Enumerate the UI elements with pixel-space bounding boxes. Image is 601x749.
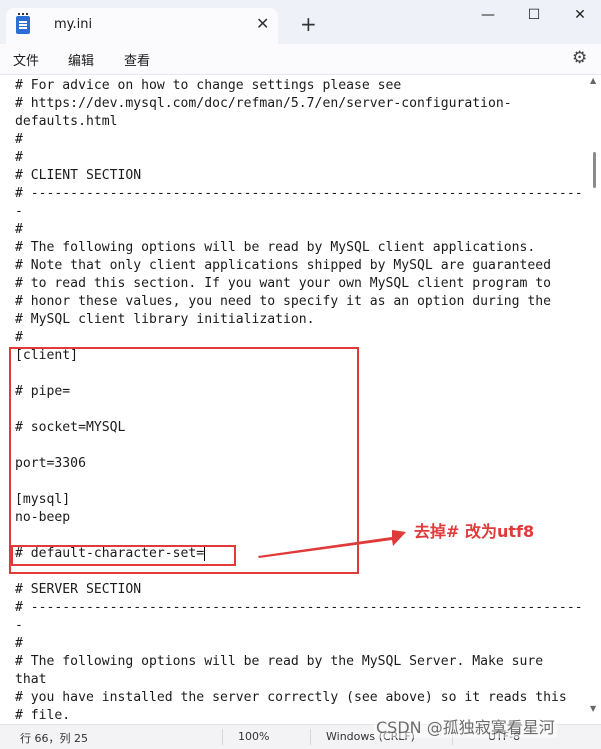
watermark: CSDN @孤独寂寞看星河 [374, 714, 557, 738]
annotation-arrow [258, 530, 406, 558]
zoom-level: 100% [238, 730, 270, 743]
status-divider [310, 729, 311, 745]
annotation-text: 去掉# 改为utf8 [414, 522, 535, 541]
cursor-position: 行 66，列 25 [20, 732, 88, 745]
status-divider [222, 729, 223, 745]
